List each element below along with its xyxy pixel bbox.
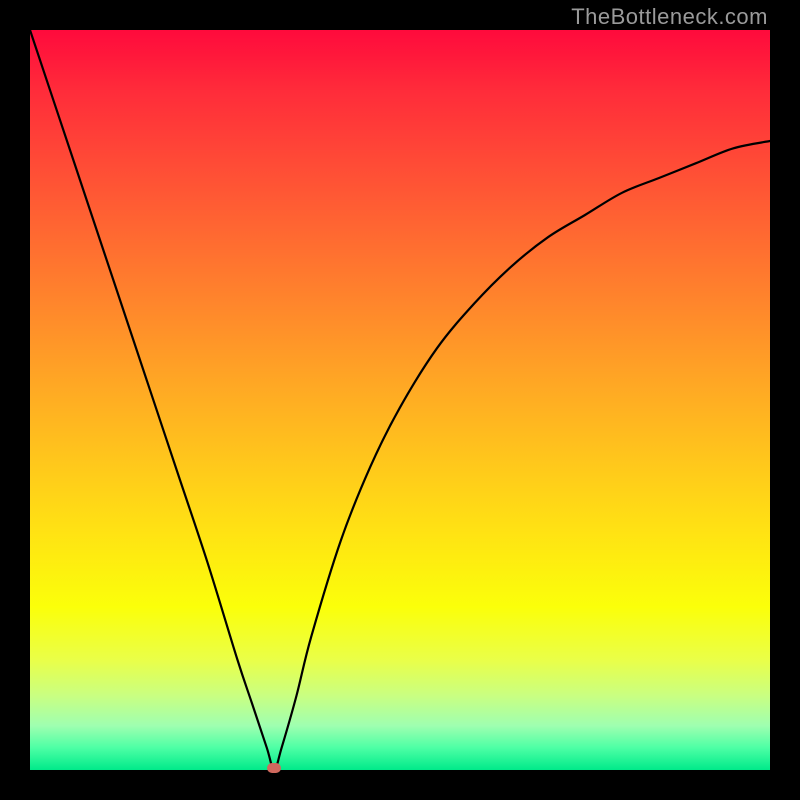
chart-container: TheBottleneck.com [0, 0, 800, 800]
min-marker-icon [267, 763, 281, 773]
watermark-text: TheBottleneck.com [571, 4, 768, 30]
plot-area [30, 30, 770, 770]
